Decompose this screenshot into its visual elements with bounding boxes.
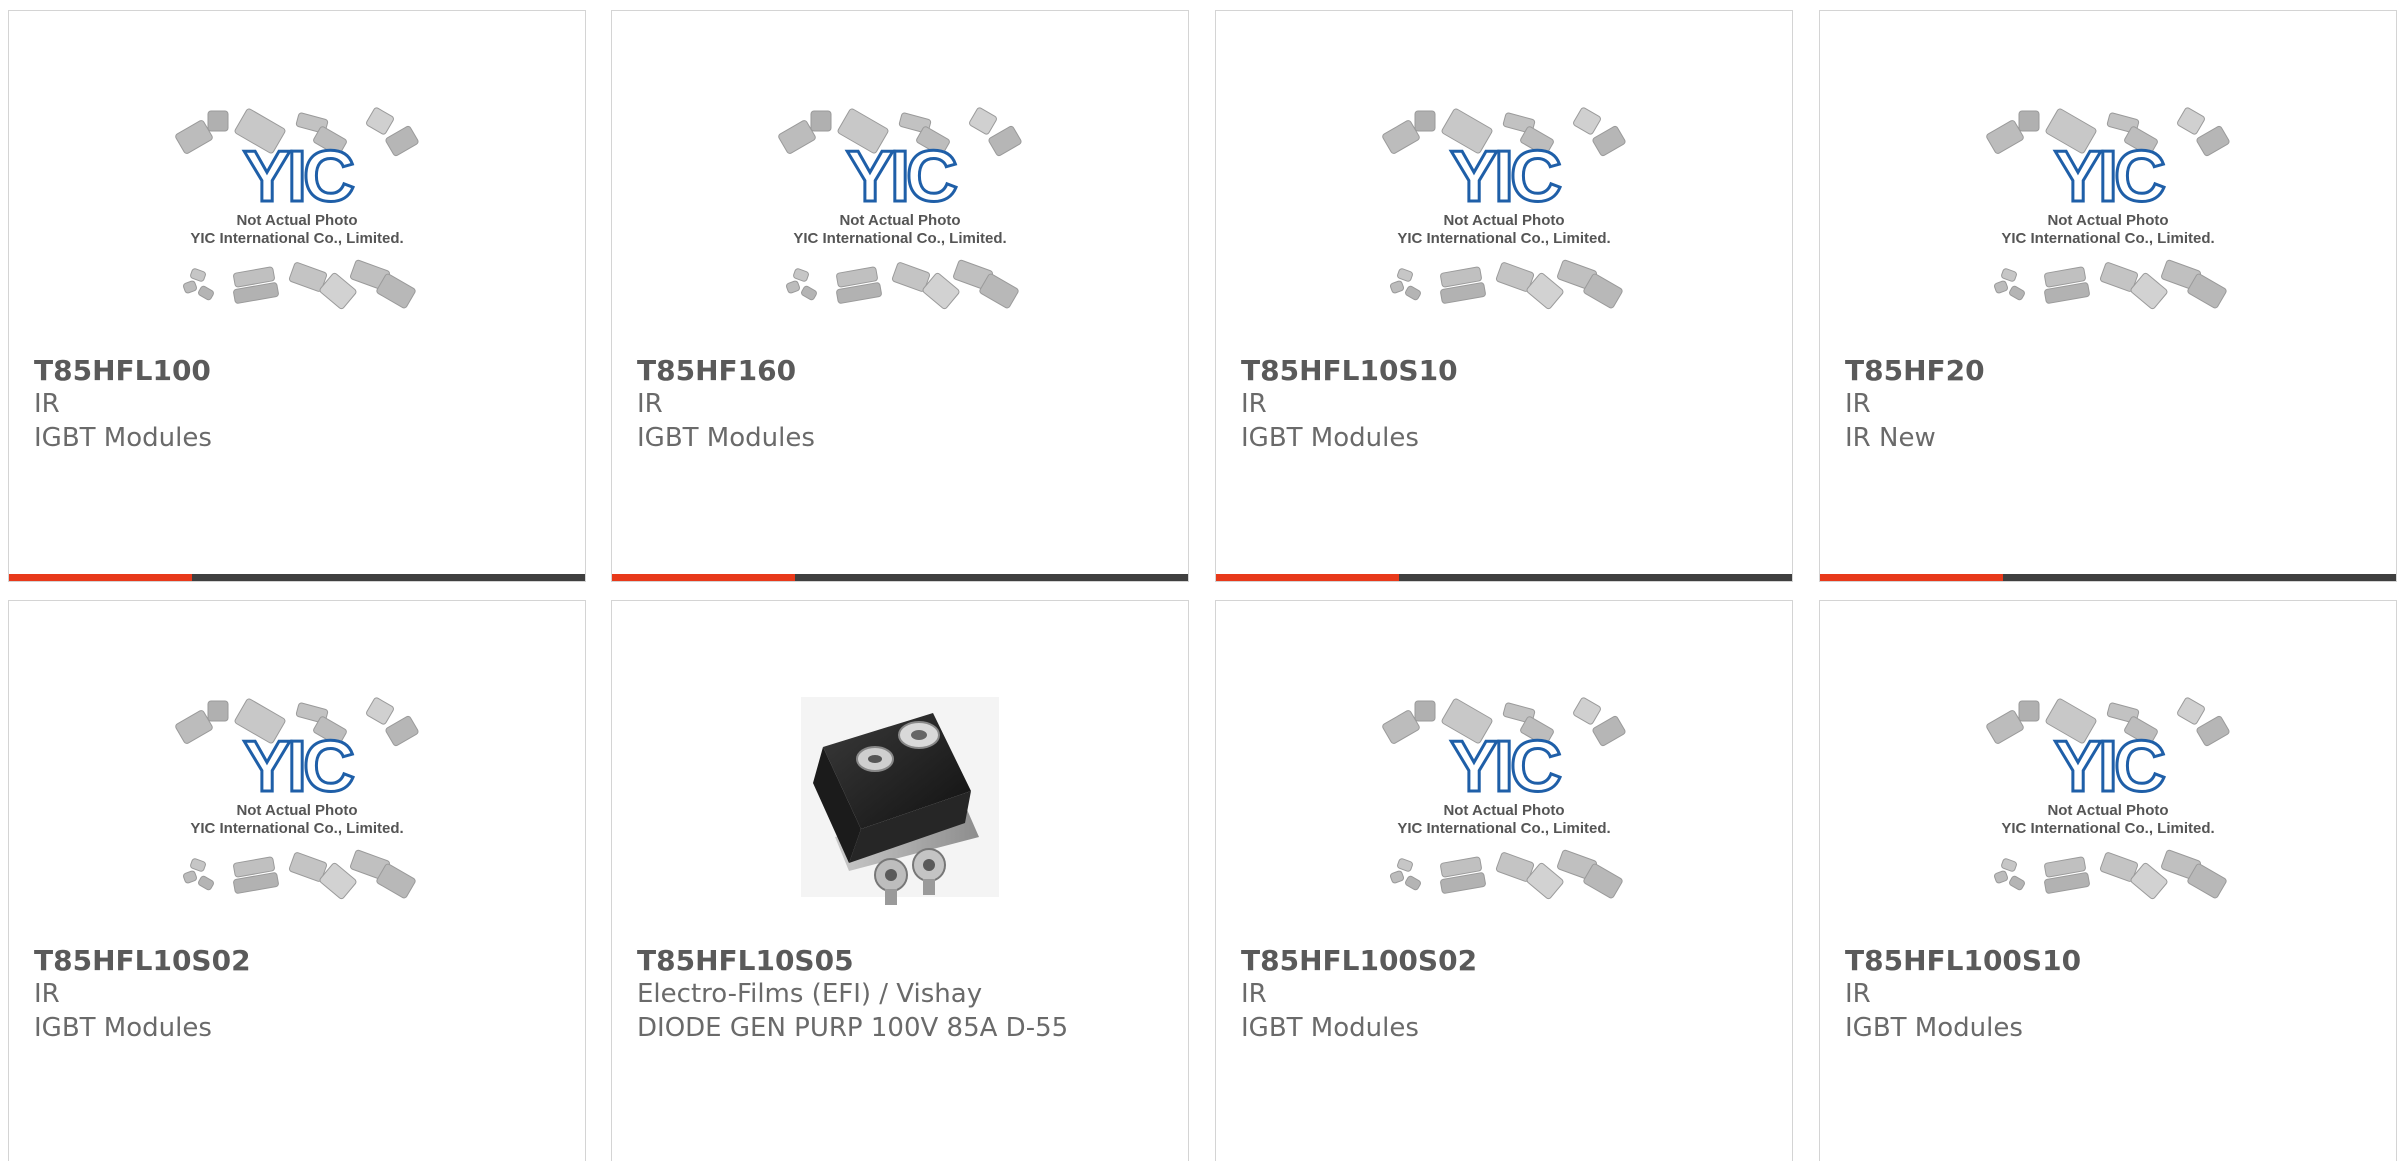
svg-text:YIC International Co., Limited: YIC International Co., Limited. xyxy=(1397,820,1610,837)
card-progress-bar xyxy=(612,574,1188,581)
manufacturer: Electro-Films (EFI) / Vishay xyxy=(637,979,983,1009)
product-card[interactable]: YIC Not Actual Photo YIC International Co.… xyxy=(1819,600,2397,1161)
placeholder-photo-icon: YICNot Actual PhotoYIC International Co.… xyxy=(175,107,419,310)
svg-text:YIC: YIC xyxy=(1450,727,1561,807)
part-number[interactable]: T85HFL10S10 xyxy=(1241,353,1458,389)
svg-text:YIC International Co., Limited: YIC International Co., Limited. xyxy=(190,230,403,247)
product-photo: YIC Not Actual Photo YIC International Co.… xyxy=(1216,687,1792,947)
manufacturer: IR xyxy=(1845,979,1871,1009)
description: IGBT Modules xyxy=(34,423,212,453)
svg-text:YIC: YIC xyxy=(846,137,957,217)
part-number[interactable]: T85HFL100 xyxy=(34,353,211,389)
product-card[interactable]: YIC Not Actual Photo YIC International Co.… xyxy=(1819,10,2397,582)
svg-text:Not Actual Photo: Not Actual Photo xyxy=(1443,212,1564,229)
placeholder-photo-icon: YICNot Actual PhotoYIC International Co.… xyxy=(1382,107,1626,310)
product-photo: YIC Not Actual Photo YIC International Co.… xyxy=(1216,97,1792,357)
part-number[interactable]: T85HFL100S10 xyxy=(1845,943,2081,979)
part-number[interactable]: T85HFL100S02 xyxy=(1241,943,1477,979)
product-card[interactable]: YIC Not Actual Photo YIC International Co.… xyxy=(1215,600,1793,1161)
product-photo: YIC Not Actual Photo YIC International Co.… xyxy=(612,97,1188,357)
manufacturer: IR xyxy=(1845,389,1871,419)
product-card[interactable]: YIC Not Actual Photo YIC International Co.… xyxy=(8,10,586,582)
svg-text:Not Actual Photo: Not Actual Photo xyxy=(236,802,357,819)
product-card[interactable]: T85HFL10S05 Electro-Films (EFI) / Vishay… xyxy=(611,600,1189,1161)
placeholder-photo-icon: YICNot Actual PhotoYIC International Co.… xyxy=(1986,107,2230,310)
manufacturer: IR xyxy=(1241,979,1267,1009)
svg-text:YIC: YIC xyxy=(243,137,354,217)
product-grid: YIC Not Actual Photo YIC International Co.… xyxy=(0,0,2400,1161)
svg-text:Not Actual Photo: Not Actual Photo xyxy=(2047,212,2168,229)
card-progress-bar xyxy=(1820,574,2396,581)
manufacturer: IR xyxy=(34,979,60,1009)
svg-text:Not Actual Photo: Not Actual Photo xyxy=(2047,802,2168,819)
svg-text:YIC International Co., Limited: YIC International Co., Limited. xyxy=(793,230,1006,247)
svg-text:Not Actual Photo: Not Actual Photo xyxy=(839,212,960,229)
svg-text:YIC: YIC xyxy=(1450,137,1561,217)
product-card[interactable]: YIC Not Actual Photo YIC International Co.… xyxy=(8,600,586,1161)
svg-text:YIC International Co., Limited: YIC International Co., Limited. xyxy=(2001,820,2214,837)
manufacturer: IR xyxy=(34,389,60,419)
svg-text:YIC: YIC xyxy=(2054,137,2165,217)
description: IGBT Modules xyxy=(34,1013,212,1043)
product-photo: YIC Not Actual Photo YIC International Co.… xyxy=(9,687,585,947)
manufacturer: IR xyxy=(1241,389,1267,419)
product-photo: YIC Not Actual Photo YIC International Co.… xyxy=(1820,687,2396,947)
product-card[interactable]: YIC Not Actual Photo YIC International Co.… xyxy=(1215,10,1793,582)
placeholder-photo-icon: YICNot Actual PhotoYIC International Co.… xyxy=(778,107,1022,310)
placeholder-photo-icon: YICNot Actual PhotoYIC International Co.… xyxy=(1382,697,1626,900)
description: IGBT Modules xyxy=(637,423,815,453)
product-photo xyxy=(612,687,1188,947)
part-number[interactable]: T85HF20 xyxy=(1845,353,1985,389)
part-number[interactable]: T85HFL10S02 xyxy=(34,943,251,979)
description: IR New xyxy=(1845,423,1936,453)
placeholder-photo-icon: YICNot Actual PhotoYIC International Co.… xyxy=(1986,697,2230,900)
product-photo: YIC Not Actual Photo YIC International Co.… xyxy=(9,97,585,357)
description: DIODE GEN PURP 100V 85A D-55 xyxy=(637,1013,1069,1043)
card-progress-bar xyxy=(1216,574,1792,581)
placeholder-photo-icon: YICNot Actual PhotoYIC International Co.… xyxy=(175,697,419,900)
description: IGBT Modules xyxy=(1241,423,1419,453)
svg-text:Not Actual Photo: Not Actual Photo xyxy=(1443,802,1564,819)
diode-module-photo xyxy=(801,697,999,905)
svg-text:YIC International Co., Limited: YIC International Co., Limited. xyxy=(2001,230,2214,247)
description: IGBT Modules xyxy=(1845,1013,2023,1043)
product-photo: YIC Not Actual Photo YIC International Co.… xyxy=(1820,97,2396,357)
description: IGBT Modules xyxy=(1241,1013,1419,1043)
svg-text:YIC: YIC xyxy=(2054,727,2165,807)
product-card[interactable]: YIC Not Actual Photo YIC International Co.… xyxy=(611,10,1189,582)
svg-text:YIC International Co., Limited: YIC International Co., Limited. xyxy=(190,820,403,837)
manufacturer: IR xyxy=(637,389,663,419)
svg-text:YIC International Co., Limited: YIC International Co., Limited. xyxy=(1397,230,1610,247)
svg-text:Not Actual Photo: Not Actual Photo xyxy=(236,212,357,229)
svg-text:YIC: YIC xyxy=(243,727,354,807)
part-number[interactable]: T85HF160 xyxy=(637,353,796,389)
part-number[interactable]: T85HFL10S05 xyxy=(637,943,854,979)
card-progress-bar xyxy=(9,574,585,581)
